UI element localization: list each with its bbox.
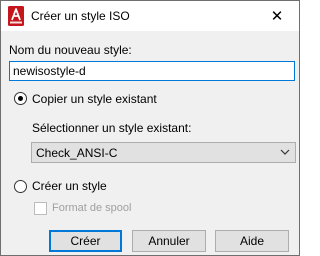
copy-style-label[interactable]: Copier un style existant — [32, 92, 157, 106]
autocad-app-icon — [8, 6, 24, 26]
create-style-radio[interactable] — [14, 180, 27, 193]
spool-format-checkbox[interactable] — [34, 202, 47, 215]
title-bar: Créer un style ISO ✕ — [1, 1, 299, 31]
create-style-label[interactable]: Créer un style — [32, 179, 107, 193]
help-button-label: Aide — [239, 234, 265, 248]
dropdown-value: Check_ANSI-C — [36, 146, 118, 160]
create-iso-style-dialog: Créer un style ISO ✕ Nom du nouveau styl… — [0, 0, 300, 256]
close-button[interactable]: ✕ — [255, 1, 299, 31]
create-button[interactable]: Créer — [49, 230, 122, 252]
select-style-label: Sélectionner un style existant: — [32, 121, 192, 135]
copy-style-radio[interactable] — [14, 92, 27, 105]
help-button[interactable]: Aide — [215, 230, 289, 252]
existing-style-dropdown[interactable]: Check_ANSI-C — [31, 142, 296, 163]
cancel-button-label: Annuler — [148, 234, 190, 248]
style-name-input[interactable]: newisostyle-d — [9, 61, 295, 81]
create-button-label: Créer — [70, 234, 101, 248]
chevron-down-icon — [280, 149, 290, 155]
close-icon: ✕ — [270, 8, 284, 25]
cancel-button[interactable]: Annuler — [132, 230, 206, 252]
window-title: Créer un style ISO — [31, 9, 130, 23]
style-name-label: Nom du nouveau style: — [9, 43, 132, 57]
spool-format-label: Format de spool — [52, 202, 132, 214]
radio-selected-dot — [18, 96, 23, 101]
